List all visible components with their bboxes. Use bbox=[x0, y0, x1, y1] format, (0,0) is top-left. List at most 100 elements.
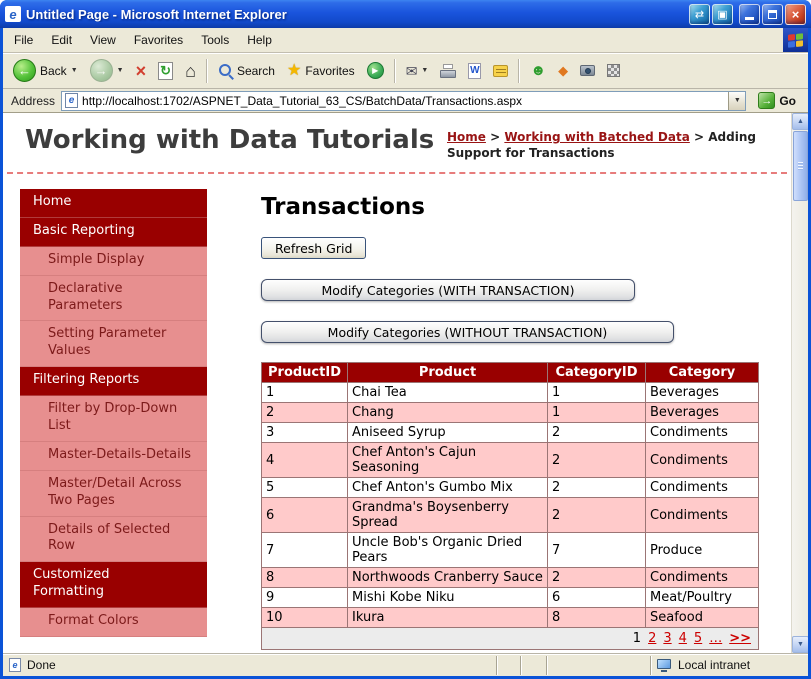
menu-bar-items: File Edit View Favorites Tools Help bbox=[5, 28, 281, 52]
sidebar-item-master-details-details[interactable]: Master-Details-Details bbox=[20, 441, 207, 471]
title-screen-button[interactable]: ▣ bbox=[712, 3, 733, 25]
sidebar-item-filtering-reports[interactable]: Filtering Reports bbox=[20, 367, 207, 397]
menu-item-tools[interactable]: Tools bbox=[192, 33, 238, 47]
menu-item-help[interactable]: Help bbox=[238, 33, 281, 47]
refresh-button[interactable]: ↻ bbox=[152, 58, 179, 84]
swap-arrows-icon: ⇄ bbox=[694, 8, 705, 21]
menu-item-view[interactable]: View bbox=[81, 33, 125, 47]
back-dropdown-icon[interactable]: ▼ bbox=[71, 67, 78, 74]
pager-page-2[interactable]: 2 bbox=[648, 631, 656, 646]
page-body: Home Basic Reporting Simple Display Declara… bbox=[3, 174, 791, 653]
pager-page-4[interactable]: 4 bbox=[679, 631, 687, 646]
vertical-scrollbar[interactable]: ▲ ▼ bbox=[791, 113, 808, 653]
table-row: 1 Chai Tea 1 Beverages bbox=[261, 382, 759, 403]
edit-button[interactable]: W bbox=[462, 59, 487, 83]
back-button[interactable]: ← Back ▼ bbox=[7, 55, 84, 86]
toolbar-separator bbox=[518, 58, 521, 83]
address-dropdown-button[interactable]: ▼ bbox=[728, 91, 746, 110]
status-panel bbox=[496, 655, 520, 675]
forward-button[interactable]: → ▼ bbox=[84, 55, 130, 86]
maximize-icon bbox=[768, 9, 777, 19]
sidebar-item-customized-formatting[interactable]: Customized Formatting bbox=[20, 562, 207, 609]
favorites-button[interactable]: ★ Favorites bbox=[281, 59, 361, 83]
camera-button[interactable] bbox=[574, 61, 601, 80]
messenger-button[interactable]: ☻ bbox=[524, 59, 552, 82]
discuss-button[interactable] bbox=[487, 61, 514, 81]
toolbar-separator bbox=[205, 58, 208, 83]
refresh-grid-button[interactable]: Refresh Grid bbox=[261, 237, 367, 259]
security-zone-label: Local intranet bbox=[678, 658, 751, 672]
pager: 1 2 3 4 5 … >> bbox=[626, 631, 751, 646]
discuss-icon bbox=[493, 64, 509, 77]
search-button[interactable]: Search bbox=[212, 59, 281, 82]
mail-dropdown-icon[interactable]: ▼ bbox=[421, 67, 428, 74]
sidebar-item-filter-by-drop-down-list[interactable]: Filter by Drop-Down List bbox=[20, 396, 207, 442]
maximize-button[interactable] bbox=[762, 3, 783, 25]
go-icon: → bbox=[758, 92, 776, 109]
sidebar-item-setting-parameter-values[interactable]: Setting Parameter Values bbox=[20, 321, 207, 368]
scrollbar-track[interactable] bbox=[792, 202, 808, 636]
print-button[interactable] bbox=[434, 60, 462, 82]
table-row: 8 Northwoods Cranberry Sauce 2 Condiments bbox=[261, 567, 759, 588]
column-header-categoryid: CategoryID bbox=[547, 362, 646, 383]
sidebar-item-master-detail-across-two-pages[interactable]: Master/Detail Across Two Pages bbox=[20, 470, 207, 517]
sidebar-item-details-of-selected-row[interactable]: Details of Selected Row bbox=[20, 516, 207, 563]
mail-button[interactable]: ✉ ▼ bbox=[400, 60, 435, 82]
products-table: ProductID Product CategoryID Category 1 Chai… bbox=[261, 362, 759, 650]
modify-with-transaction-button[interactable]: Modify Categories (WITH TRANSACTION) bbox=[261, 279, 635, 301]
scroll-up-button[interactable]: ▲ bbox=[792, 113, 808, 130]
column-header-category: Category bbox=[645, 362, 759, 383]
address-bar: Address e ▼ → Go bbox=[3, 89, 808, 113]
go-button[interactable]: → Go bbox=[752, 91, 804, 110]
menu-item-favorites[interactable]: Favorites bbox=[125, 33, 192, 47]
table-row: 4 Chef Anton's Cajun Seasoning 2 Condiments bbox=[261, 442, 759, 478]
menu-bar: File Edit View Favorites Tools Help bbox=[3, 28, 808, 53]
pager-page-5[interactable]: 5 bbox=[694, 631, 702, 646]
pager-page-3[interactable]: 3 bbox=[663, 631, 671, 646]
camera-icon bbox=[580, 65, 596, 76]
sidebar-item-simple-display[interactable]: Simple Display bbox=[20, 246, 207, 276]
modify-without-transaction-button[interactable]: Modify Categories (WITHOUT TRANSACTION) bbox=[261, 321, 674, 343]
pager-next[interactable]: >> bbox=[729, 631, 751, 646]
messenger-icon: ☻ bbox=[530, 62, 547, 79]
sidebar-item-home[interactable]: Home bbox=[20, 189, 207, 218]
menu-item-edit[interactable]: Edit bbox=[42, 33, 81, 47]
close-button[interactable]: × bbox=[785, 3, 806, 25]
sidebar-item-basic-reporting[interactable]: Basic Reporting bbox=[20, 217, 207, 247]
grid-header-row: ProductID Product CategoryID Category bbox=[261, 362, 759, 383]
status-panel bbox=[546, 655, 650, 675]
page-icon: e bbox=[65, 93, 79, 108]
toolbar: ← Back ▼ → ▼ × ↻ ⌂ Search ★ Favorites ▶ … bbox=[3, 53, 808, 89]
pager-current-page: 1 bbox=[632, 631, 642, 646]
sidebar-item-format-colors[interactable]: Format Colors bbox=[20, 608, 207, 638]
research-button[interactable]: ◆ bbox=[552, 60, 574, 81]
minimize-button[interactable] bbox=[739, 3, 760, 25]
minimize-icon bbox=[745, 17, 754, 20]
close-icon: × bbox=[791, 6, 800, 22]
home-button[interactable]: ⌂ bbox=[179, 58, 202, 84]
site-title: Working with Data Tutorials bbox=[25, 125, 435, 155]
pager-ellipsis[interactable]: … bbox=[709, 631, 722, 646]
breadcrumb-separator: > bbox=[485, 130, 505, 144]
menu-item-file[interactable]: File bbox=[5, 33, 42, 47]
sidebar-nav: Home Basic Reporting Simple Display Declara… bbox=[20, 189, 207, 638]
search-icon bbox=[218, 63, 233, 78]
table-row: 9 Mishi Kobe Niku 6 Meat/Poultry bbox=[261, 587, 759, 608]
page-done-icon: e bbox=[9, 658, 21, 672]
go-label: Go bbox=[779, 93, 796, 108]
breadcrumb-home[interactable]: Home bbox=[447, 130, 486, 144]
title-arrows-button[interactable]: ⇄ bbox=[689, 3, 710, 25]
table-row: 10 Ikura 8 Seafood bbox=[261, 607, 759, 628]
sidebar-item-declarative-parameters[interactable]: Declarative Parameters bbox=[20, 275, 207, 322]
grid-button[interactable] bbox=[601, 60, 626, 81]
status-bar: e Done Local intranet bbox=[3, 653, 808, 676]
internet-explorer-icon: e bbox=[5, 6, 21, 22]
page-header: Working with Data Tutorials Home > Worki… bbox=[3, 113, 791, 172]
media-button[interactable]: ▶ bbox=[361, 58, 390, 83]
scrollbar-thumb[interactable] bbox=[793, 131, 808, 201]
forward-dropdown-icon[interactable]: ▼ bbox=[117, 67, 124, 74]
address-input[interactable] bbox=[82, 92, 729, 109]
stop-button[interactable]: × bbox=[130, 58, 153, 84]
breadcrumb-working-with-batched-data[interactable]: Working with Batched Data bbox=[504, 130, 689, 144]
scroll-down-button[interactable]: ▼ bbox=[792, 636, 808, 653]
